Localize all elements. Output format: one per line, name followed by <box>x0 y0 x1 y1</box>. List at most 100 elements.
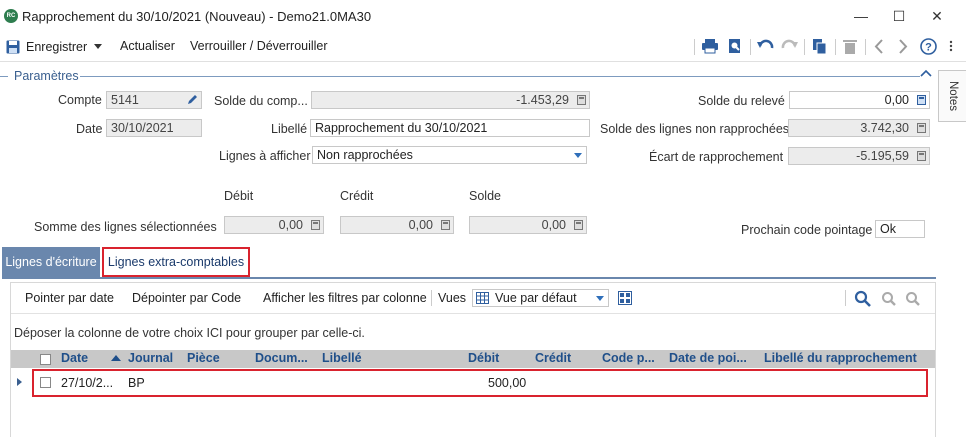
lignes-afficher-select[interactable]: Non rapprochées <box>312 146 587 164</box>
calculator-icon <box>917 151 926 161</box>
solde-releve-value: 0,00 <box>884 93 909 107</box>
print-icon[interactable] <box>701 38 719 54</box>
column-header-date[interactable]: Date <box>61 351 88 365</box>
select-all-checkbox[interactable] <box>40 354 51 365</box>
depointer-par-code-button[interactable]: Dépointer par Code <box>132 291 241 305</box>
compte-field[interactable]: 5141 <box>106 91 202 109</box>
previous-icon[interactable] <box>874 39 884 54</box>
search-previous-icon[interactable] <box>881 291 897 307</box>
ecart-label: Écart de rapprochement <box>649 150 784 164</box>
solde-non-rapprochees-value: 3.742,30 <box>860 121 909 135</box>
column-header-document[interactable]: Docum... <box>255 351 308 365</box>
prochain-code-label: Prochain code pointage <box>741 223 873 237</box>
save-button[interactable]: Enregistrer <box>26 40 87 54</box>
debit-header: Débit <box>224 189 254 203</box>
undo-icon[interactable] <box>757 39 775 53</box>
refresh-button[interactable]: Actualiser <box>120 39 175 53</box>
group-drop-zone[interactable]: Déposer la colonne de votre choix ICI po… <box>14 326 365 340</box>
column-header-credit[interactable]: Crédit <box>535 351 571 365</box>
date-field[interactable]: 30/10/2021 <box>106 119 202 137</box>
column-header-code-pointage[interactable]: Code p... <box>602 351 655 365</box>
solde-non-rapprochees-label: Solde des lignes non rapprochées <box>600 122 790 136</box>
toolbar-divider <box>694 39 695 55</box>
notes-side-tab[interactable]: Notes <box>938 70 966 122</box>
compte-value: 5141 <box>111 93 139 107</box>
column-header-journal[interactable]: Journal <box>128 351 173 365</box>
afficher-filtres-button[interactable]: Afficher les filtres par colonne <box>263 291 427 305</box>
sort-ascending-icon <box>111 355 121 361</box>
ecart-field: -5.195,59 <box>788 147 930 165</box>
view-select-value: Vue par défaut <box>495 291 577 305</box>
minimize-button[interactable]: — <box>846 5 876 27</box>
grid-view-icon <box>476 292 489 304</box>
view-settings-icon[interactable] <box>618 291 632 305</box>
search-next-icon[interactable] <box>905 291 921 307</box>
redo-icon[interactable] <box>780 39 798 53</box>
section-divider <box>80 76 920 77</box>
save-icon[interactable] <box>6 40 20 54</box>
cell-date: 27/10/2... <box>61 376 114 390</box>
close-button[interactable]: ✕ <box>922 5 952 27</box>
tab-underline <box>2 277 936 279</box>
solde-compte-label: Solde du comp... <box>214 94 308 108</box>
dropdown-arrow-icon <box>596 296 604 301</box>
column-header-libelle[interactable]: Libellé <box>322 351 362 365</box>
libelle-input[interactable]: Rapprochement du 30/10/2021 <box>310 119 590 137</box>
somme-credit-value: 0,00 <box>408 218 433 232</box>
toolbar-divider <box>804 39 805 55</box>
solde-header: Solde <box>469 189 501 203</box>
calculator-icon <box>311 220 320 230</box>
collapse-chevron-icon[interactable] <box>920 69 932 77</box>
date-label: Date <box>76 122 103 136</box>
row-checkbox[interactable] <box>40 377 51 388</box>
calculator-icon <box>441 220 450 230</box>
column-header-libelle-rapprochement[interactable]: Libellé du rapprochement <box>764 351 917 365</box>
calculator-icon[interactable] <box>917 95 926 105</box>
column-header-piece[interactable]: Pièce <box>187 351 220 365</box>
copy-icon[interactable] <box>812 38 828 55</box>
delete-icon[interactable] <box>843 38 857 55</box>
column-header-debit[interactable]: Débit <box>468 351 499 365</box>
grid-toolbar-divider <box>845 290 846 306</box>
toolbar-divider <box>835 39 836 55</box>
lignes-afficher-label: Lignes à afficher <box>219 149 311 163</box>
calculator-icon <box>577 95 586 105</box>
tab-lignes-ecriture[interactable]: Lignes d'écriture <box>2 247 100 277</box>
section-divider <box>0 76 8 77</box>
grid-toolbar-divider <box>431 290 432 306</box>
grid-toolbar-separator <box>11 313 935 314</box>
view-select[interactable]: Vue par défaut <box>472 289 609 307</box>
table-row[interactable] <box>32 369 928 397</box>
app-logo-icon: RC <box>4 9 18 23</box>
calculator-icon <box>574 220 583 230</box>
cell-journal: BP <box>128 376 145 390</box>
chevron-down-icon[interactable] <box>94 44 102 50</box>
section-title: Paramètres <box>14 69 79 83</box>
search-icon[interactable] <box>854 290 872 308</box>
column-header-date-pointage[interactable]: Date de poi... <box>669 351 747 365</box>
somme-label: Somme des lignes sélectionnées <box>34 220 217 234</box>
toolbar-divider <box>750 39 751 55</box>
prochain-code-input[interactable]: Ok <box>875 220 925 238</box>
somme-debit-field: 0,00 <box>224 216 324 234</box>
more-options-icon[interactable] <box>946 40 956 52</box>
current-row-indicator-icon <box>17 378 22 386</box>
next-icon[interactable] <box>898 39 908 54</box>
ecart-value: -5.195,59 <box>856 149 909 163</box>
calculator-icon <box>917 123 926 133</box>
solde-compte-field: -1.453,29 <box>311 91 590 109</box>
edit-pencil-icon[interactable] <box>186 94 198 106</box>
vues-label: Vues <box>438 291 467 305</box>
pointer-par-date-button[interactable]: Pointer par date <box>25 291 114 305</box>
lock-unlock-button[interactable]: Verrouiller / Déverrouiller <box>190 39 328 53</box>
lignes-afficher-value: Non rapprochées <box>317 148 413 162</box>
maximize-button[interactable]: ☐ <box>884 5 914 27</box>
help-icon[interactable]: ? <box>920 38 937 55</box>
solde-releve-input[interactable]: 0,00 <box>789 91 930 109</box>
credit-header: Crédit <box>340 189 374 203</box>
tab-lignes-extra-comptables[interactable]: Lignes extra-comptables <box>102 247 250 277</box>
print-preview-icon[interactable] <box>727 38 743 54</box>
somme-credit-field: 0,00 <box>340 216 454 234</box>
somme-solde-field: 0,00 <box>469 216 587 234</box>
solde-non-rapprochees-field: 3.742,30 <box>788 119 930 137</box>
